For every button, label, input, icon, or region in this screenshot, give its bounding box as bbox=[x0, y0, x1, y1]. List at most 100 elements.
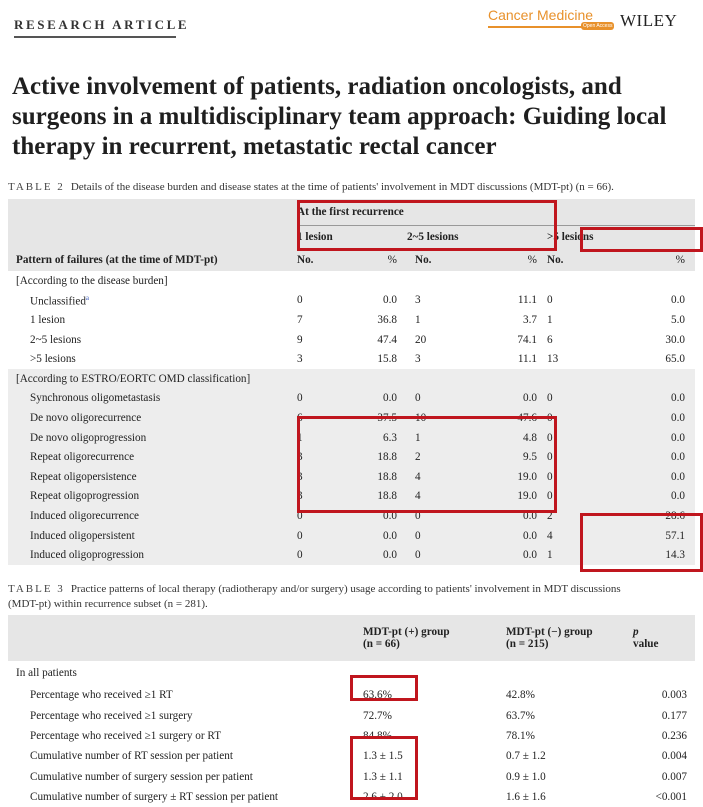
highlight-box bbox=[350, 736, 418, 800]
cell: 0.0 bbox=[383, 392, 397, 405]
cell: 0.177 bbox=[661, 709, 687, 722]
cell: 20 bbox=[415, 333, 427, 346]
cell: 0.003 bbox=[661, 689, 687, 702]
row-label: Unclassifieda bbox=[30, 293, 90, 308]
section-row: [According to the disease burden] bbox=[16, 274, 168, 287]
cell: 0 bbox=[415, 529, 421, 542]
cell: 78.1% bbox=[506, 729, 535, 742]
cell: 3.7 bbox=[523, 313, 537, 326]
cell: 0 bbox=[547, 392, 553, 405]
row-label: De novo oligorecurrence bbox=[30, 411, 142, 424]
cell: 63.7% bbox=[506, 709, 535, 722]
highlight-box bbox=[580, 227, 703, 252]
sub-col: No. bbox=[297, 254, 314, 266]
cell: 0.7 ± 1.2 bbox=[506, 750, 546, 763]
highlight-box bbox=[297, 200, 557, 251]
cell: 0.007 bbox=[661, 770, 687, 783]
cell: 0.0 bbox=[671, 431, 685, 444]
cell: 11.1 bbox=[517, 294, 537, 307]
cell: 3 bbox=[297, 353, 303, 366]
row-label: Repeat oligoprogression bbox=[30, 490, 140, 503]
table-row: Unclassifieda 0 0.0 3 11.1 0 0.0 bbox=[8, 291, 695, 311]
cell: 36.8 bbox=[377, 313, 397, 326]
cell: 0.0 bbox=[671, 294, 685, 307]
cell: 5.0 bbox=[671, 313, 685, 326]
cell: 74.1 bbox=[517, 333, 537, 346]
row-label: Percentage who received ≥1 surgery bbox=[30, 709, 193, 722]
row-label: Repeat oligopersistence bbox=[30, 470, 137, 483]
cell: 65.0 bbox=[665, 353, 685, 366]
journal-logo-underline bbox=[488, 26, 583, 28]
cell: <0.001 bbox=[655, 791, 687, 804]
row-label: Percentage who received ≥1 surgery or RT bbox=[30, 729, 222, 742]
cell: 13 bbox=[547, 353, 559, 366]
cell: 1.6 ± 1.6 bbox=[506, 791, 546, 804]
cell: 11.1 bbox=[517, 353, 537, 366]
cell: 0.004 bbox=[661, 750, 687, 763]
cell: 0 bbox=[297, 294, 303, 307]
publisher-logo: WILEY bbox=[620, 11, 678, 30]
table2-caption: TABLE 2 Details of the disease burden and… bbox=[8, 181, 614, 193]
cell: 0.0 bbox=[383, 549, 397, 562]
row-label: Cumulative number of surgery ± RT sessio… bbox=[30, 791, 279, 804]
cell: 0.236 bbox=[661, 729, 687, 742]
cell: 0 bbox=[415, 549, 421, 562]
cell: 1 bbox=[415, 313, 421, 326]
row-label: 1 lesion bbox=[30, 313, 66, 326]
highlight-box bbox=[297, 416, 557, 513]
sub-col: % bbox=[387, 254, 397, 266]
journal-logo: Cancer Medicine bbox=[488, 7, 594, 23]
cell: 42.8% bbox=[506, 689, 535, 702]
cell: 9 bbox=[297, 333, 303, 346]
cell: 0.0 bbox=[383, 294, 397, 307]
cell: 30.0 bbox=[665, 333, 685, 346]
cell: 3 bbox=[415, 294, 421, 307]
cell: 0 bbox=[415, 392, 421, 405]
cell: 0.0 bbox=[383, 529, 397, 542]
article-title: Active involvement of patients, radiatio… bbox=[12, 73, 667, 160]
cell: 1 bbox=[547, 313, 553, 326]
cell: 0 bbox=[297, 392, 303, 405]
highlight-box bbox=[350, 675, 418, 701]
cell: 47.4 bbox=[377, 333, 397, 346]
cell: 15.8 bbox=[377, 353, 397, 366]
cell: 0.0 bbox=[523, 549, 537, 562]
cell: 6 bbox=[547, 333, 553, 346]
table-row: 1 lesion 7 36.8 1 3.7 1 5.0 bbox=[8, 310, 695, 330]
row-header: Pattern of failures (at the time of MDT-… bbox=[16, 254, 218, 266]
highlight-box bbox=[580, 513, 703, 572]
table-row: Synchronous oligometastasis 0 0.0 0 0.0 0 0.0 bbox=[8, 388, 695, 409]
cell: 0.0 bbox=[523, 392, 537, 405]
row-label: Cumulative number of RT session per pati… bbox=[30, 750, 233, 763]
table-row: 2~5 lesions 9 47.4 20 74.1 6 30.0 bbox=[8, 330, 695, 350]
cell: 0 bbox=[297, 529, 303, 542]
row-label: >5 lesions bbox=[30, 353, 76, 366]
table-row: Percentage who received ≥1 surgery 72.7% 6… bbox=[8, 705, 695, 725]
row-label: Synchronous oligometastasis bbox=[30, 392, 161, 405]
cell: 0.9 ± 1.0 bbox=[506, 770, 546, 783]
table3-caption: TABLE 3 Practice patterns of local therap… bbox=[8, 583, 621, 610]
cell: 0.0 bbox=[671, 490, 685, 503]
divider bbox=[14, 36, 176, 38]
sub-col: % bbox=[527, 254, 537, 266]
cell: 0.0 bbox=[671, 470, 685, 483]
row-label: 2~5 lesions bbox=[30, 333, 82, 346]
col-header: MDT-pt (+) group (n = 66) bbox=[363, 626, 450, 650]
row-label: Percentage who received ≥1 RT bbox=[30, 689, 173, 702]
row-label: Induced oligoprogression bbox=[30, 549, 145, 562]
section-label: RESEARCH ARTICLE bbox=[14, 17, 190, 32]
col-header: p value bbox=[633, 626, 659, 650]
sub-col: No. bbox=[547, 254, 564, 266]
col-header: MDT-pt (−) group (n = 215) bbox=[506, 626, 593, 650]
cell: 72.7% bbox=[363, 709, 392, 722]
row-label: De novo oligoprogression bbox=[30, 431, 147, 444]
row-label: Induced oligopersistent bbox=[30, 529, 135, 542]
sub-col: No. bbox=[415, 254, 432, 266]
cell: 0 bbox=[297, 549, 303, 562]
row-label: Repeat oligorecurrence bbox=[30, 451, 135, 464]
open-access-badge: Open Access bbox=[581, 22, 615, 30]
cell: 7 bbox=[297, 313, 303, 326]
section-row: [According to ESTRO/EORTC OMD classifica… bbox=[8, 368, 695, 389]
row-label: Induced oligorecurrence bbox=[30, 509, 140, 522]
cell: 0.0 bbox=[523, 529, 537, 542]
